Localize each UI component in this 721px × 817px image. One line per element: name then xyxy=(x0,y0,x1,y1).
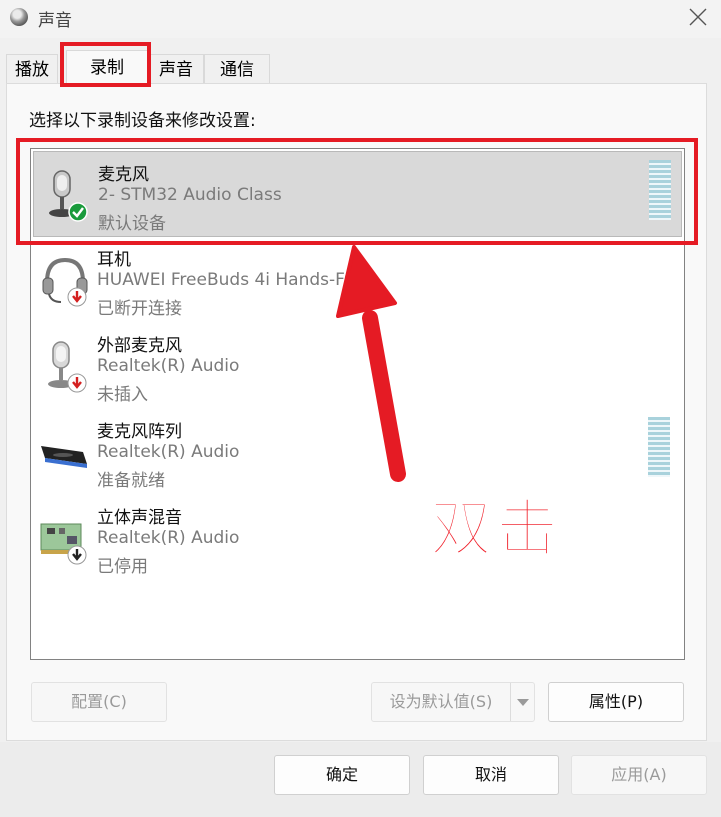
annotation-text: 双击 xyxy=(429,491,563,566)
annotation-arrow xyxy=(336,245,406,482)
